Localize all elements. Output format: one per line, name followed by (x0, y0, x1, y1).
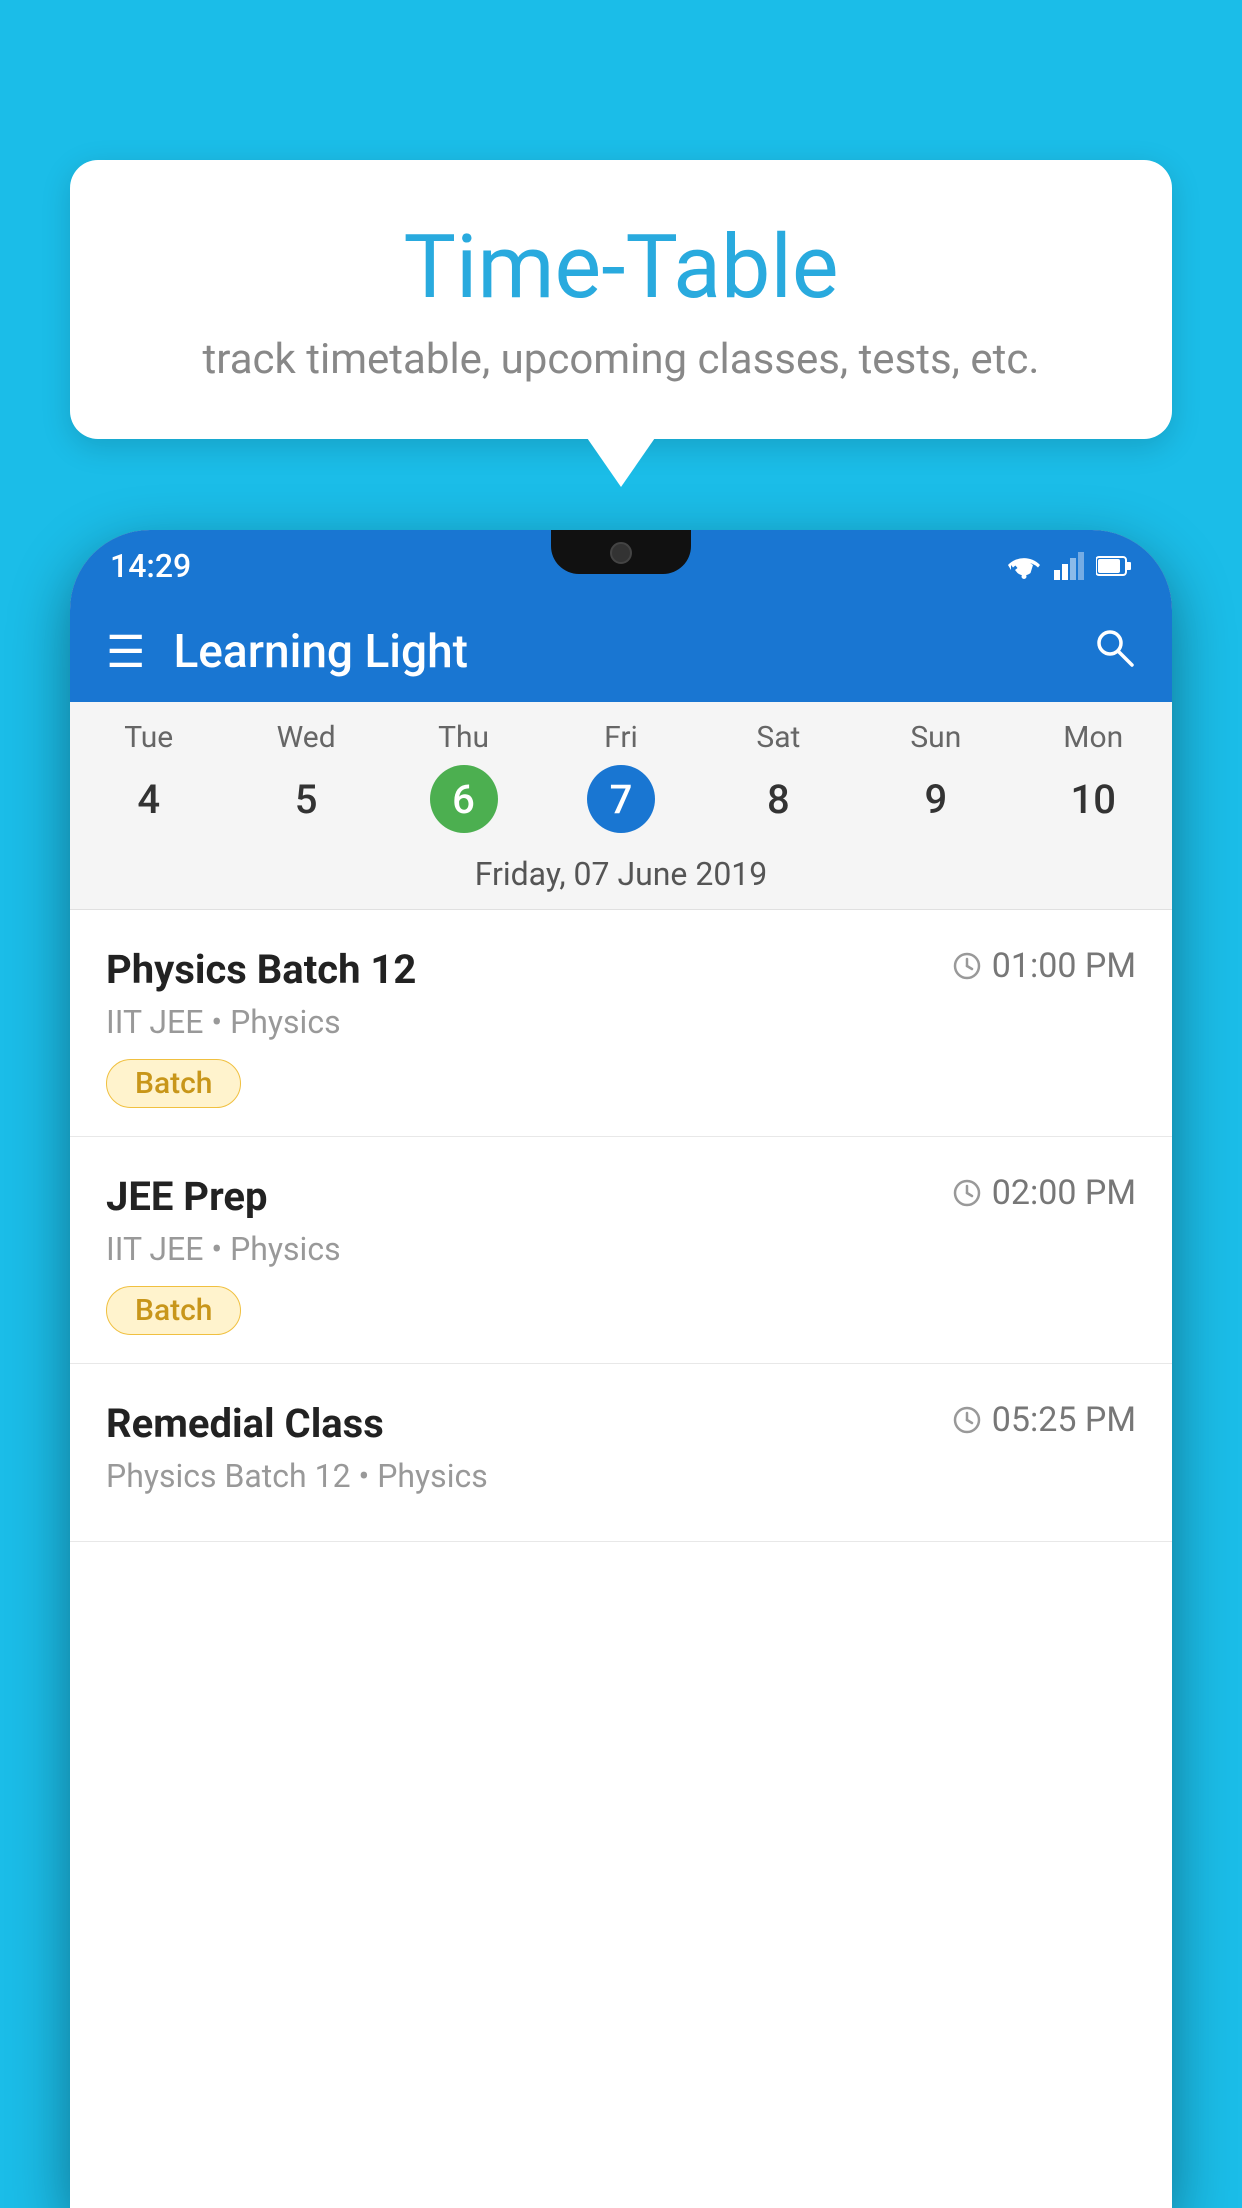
app-title: Learning Light (173, 625, 1092, 679)
calendar-section: Tue 4 Wed 5 Thu 6 Fri 7 Sat 8 Sun 9 Mon 10 Friday, 07… (70, 702, 1172, 910)
day-column[interactable]: Fri 7 (542, 720, 699, 833)
schedule-item[interactable]: JEE Prep 02:00 PM IIT JEE • Physics Batch (70, 1137, 1172, 1364)
schedule-item-subtitle: Physics Batch 12 • Physics (106, 1457, 1136, 1495)
schedule-item-time-text: 02:00 PM (992, 1173, 1136, 1213)
schedule-item-time-text: 01:00 PM (992, 946, 1136, 986)
schedule-item-title: Remedial Class (106, 1400, 384, 1447)
day-name-label: Sat (700, 720, 857, 755)
day-number-label: 10 (1059, 765, 1127, 833)
phone-frame: 14:29 (70, 530, 1172, 2208)
day-name-label: Fri (542, 720, 699, 755)
phone-screen: 14:29 (70, 530, 1172, 2208)
front-camera (610, 542, 632, 564)
day-column[interactable]: Wed 5 (227, 720, 384, 833)
day-name-label: Thu (385, 720, 542, 755)
status-icons (1006, 552, 1132, 580)
day-column[interactable]: Mon 10 (1015, 720, 1172, 833)
week-days-row: Tue 4 Wed 5 Thu 6 Fri 7 Sat 8 Sun 9 Mon 10 (70, 702, 1172, 841)
schedule-item-subtitle: IIT JEE • Physics (106, 1003, 1136, 1041)
schedule-list: Physics Batch 12 01:00 PM IIT JEE • Physic… (70, 910, 1172, 1542)
speech-bubble: Time-Table track timetable, upcoming cla… (70, 160, 1172, 439)
day-number-label: 6 (430, 765, 498, 833)
app-bar: ☰ Learning Light (70, 602, 1172, 702)
day-column[interactable]: Thu 6 (385, 720, 542, 833)
schedule-item-time-text: 05:25 PM (992, 1400, 1136, 1440)
bubble-subtitle: track timetable, upcoming classes, tests… (130, 335, 1112, 384)
day-column[interactable]: Sat 8 (700, 720, 857, 833)
bubble-title: Time-Table (130, 220, 1112, 317)
day-number-label: 7 (587, 765, 655, 833)
search-button[interactable] (1092, 625, 1136, 680)
batch-badge: Batch (106, 1286, 241, 1335)
status-time: 14:29 (110, 547, 191, 585)
clock-icon (952, 951, 982, 981)
day-name-label: Mon (1015, 720, 1172, 755)
batch-badge: Batch (106, 1059, 241, 1108)
day-number-label: 9 (902, 765, 970, 833)
day-number-label: 4 (115, 765, 183, 833)
day-column[interactable]: Tue 4 (70, 720, 227, 833)
menu-button[interactable]: ☰ (106, 626, 145, 678)
selected-date-label: Friday, 07 June 2019 (70, 841, 1172, 910)
signal-icon (1054, 552, 1084, 580)
day-name-label: Sun (857, 720, 1014, 755)
wifi-icon (1006, 552, 1042, 580)
day-number-label: 8 (744, 765, 812, 833)
schedule-item[interactable]: Physics Batch 12 01:00 PM IIT JEE • Physic… (70, 910, 1172, 1137)
clock-icon (952, 1405, 982, 1435)
battery-icon (1096, 555, 1132, 577)
schedule-item-title: Physics Batch 12 (106, 946, 416, 993)
day-number-label: 5 (272, 765, 340, 833)
schedule-item-title: JEE Prep (106, 1173, 267, 1220)
notch (551, 530, 691, 574)
status-bar: 14:29 (70, 530, 1172, 602)
clock-icon (952, 1178, 982, 1208)
day-name-label: Tue (70, 720, 227, 755)
schedule-item-subtitle: IIT JEE • Physics (106, 1230, 1136, 1268)
schedule-item[interactable]: Remedial Class 05:25 PM Physics Batch 12 •… (70, 1364, 1172, 1542)
day-column[interactable]: Sun 9 (857, 720, 1014, 833)
day-name-label: Wed (227, 720, 384, 755)
